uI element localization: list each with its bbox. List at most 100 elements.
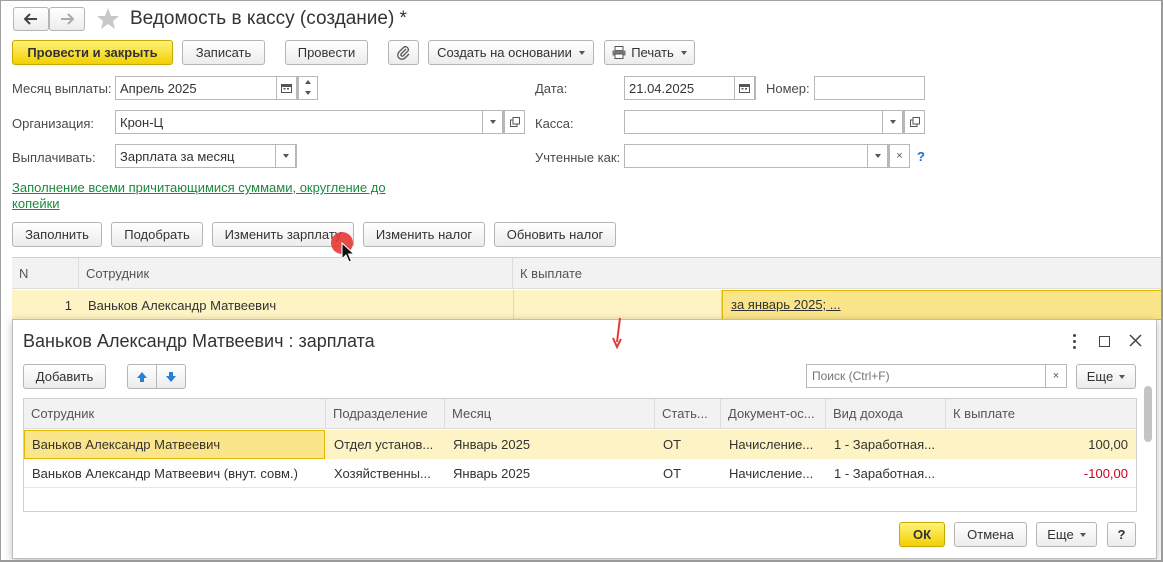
table-row[interactable]: 1 Ваньков Александр Матвеевич за январь … — [12, 290, 1162, 320]
col-header-article[interactable]: Стать... — [655, 399, 721, 428]
search-input[interactable] — [810, 366, 1040, 386]
month-label: Месяц выплаты: — [12, 81, 112, 96]
salary-dialog: Ваньков Александр Матвеевич : зарплата Д… — [12, 317, 1157, 559]
change-tax-button[interactable]: Изменить налог — [363, 222, 485, 247]
more-button[interactable]: Еще — [1076, 364, 1136, 389]
table-row[interactable]: Ваньков Александр Матвеевич Отдел устано… — [24, 430, 1136, 459]
month-field[interactable]: Апрель 2025 — [115, 76, 298, 100]
col-header-employee[interactable]: Сотрудник — [24, 399, 326, 428]
move-down-button[interactable] — [156, 364, 186, 389]
add-button[interactable]: Добавить — [23, 364, 106, 389]
dialog-table-header: Сотрудник Подразделение Месяц Стать... Д… — [24, 399, 1136, 429]
row-income: 1 - Заработная... — [834, 437, 935, 452]
counted-field[interactable] — [624, 144, 889, 168]
fill-mode-link[interactable]: Заполнение всеми причитающимися суммами,… — [12, 180, 404, 212]
cash-open-button[interactable] — [904, 110, 925, 134]
help-link[interactable]: ? — [917, 149, 925, 164]
pay-field[interactable]: Зарплата за месяц — [115, 144, 297, 168]
create-based-button[interactable]: Создать на основании — [428, 40, 594, 65]
more-button-bottom[interactable]: Еще — [1036, 522, 1097, 547]
org-open-button[interactable] — [504, 110, 525, 134]
month-stepper[interactable] — [298, 76, 318, 100]
search-field[interactable] — [806, 364, 1046, 388]
date-calendar-button[interactable] — [734, 76, 755, 100]
print-label: Печать — [631, 45, 674, 60]
row-detail-link[interactable]: за январь 2025; ... — [731, 297, 841, 312]
table-row[interactable]: Ваньков Александр Матвеевич (внут. совм.… — [24, 459, 1136, 488]
more-label: Еще — [1086, 369, 1114, 384]
dialog-table: Сотрудник Подразделение Месяц Стать... Д… — [23, 398, 1137, 512]
pay-dropdown-button[interactable] — [275, 144, 296, 168]
chevron-down-icon — [680, 50, 687, 55]
row-month: Январь 2025 — [453, 437, 531, 452]
stepper-down-icon[interactable] — [305, 91, 311, 95]
col-header-income[interactable]: Вид дохода — [826, 399, 946, 428]
row-income: 1 - Заработная... — [834, 466, 935, 481]
save-button[interactable]: Записать — [182, 40, 265, 65]
dialog-menu-button[interactable] — [1067, 332, 1081, 350]
date-value: 21.04.2025 — [629, 80, 695, 96]
dialog-scrollbar[interactable] — [1144, 386, 1152, 442]
chevron-down-icon — [889, 120, 896, 124]
create-based-label: Создать на основании — [437, 45, 572, 60]
col-header-employee[interactable]: Сотрудник — [79, 258, 513, 288]
arrow-right-icon — [61, 13, 74, 25]
number-label: Номер: — [766, 81, 810, 96]
col-header-doc[interactable]: Документ-ос... — [721, 399, 826, 428]
attach-button[interactable] — [388, 40, 419, 65]
ok-button[interactable]: ОК — [899, 522, 945, 547]
post-and-close-button[interactable]: Провести и закрыть — [12, 40, 173, 65]
arrow-left-icon — [24, 13, 37, 25]
chevron-down-icon — [489, 120, 496, 124]
pay-label: Выплачивать: — [12, 150, 96, 165]
dialog-title: Ваньков Александр Матвеевич : зарплата — [23, 331, 375, 351]
stepper-up-icon[interactable] — [305, 80, 311, 84]
print-button[interactable]: Печать — [604, 40, 695, 65]
chevron-down-icon — [1119, 374, 1126, 379]
col-header-n[interactable]: N — [12, 258, 79, 288]
main-table-header: N Сотрудник К выплате — [12, 258, 1162, 289]
cash-field[interactable] — [624, 110, 904, 134]
search-clear-button[interactable]: × — [1045, 364, 1067, 388]
arrow-up-icon — [137, 371, 147, 382]
printer-icon — [612, 46, 626, 59]
fill-button[interactable]: Заполнить — [12, 222, 102, 247]
cash-dropdown-button[interactable] — [882, 110, 903, 134]
counted-clear-button[interactable]: × — [889, 144, 910, 168]
org-label: Организация: — [12, 116, 95, 131]
update-tax-button[interactable]: Обновить налог — [494, 222, 616, 247]
calendar-button[interactable] — [276, 76, 297, 100]
mouse-cursor-icon — [341, 242, 355, 263]
calendar-icon — [281, 84, 292, 93]
org-dropdown-button[interactable] — [482, 110, 503, 134]
calendar-icon — [739, 84, 750, 93]
post-button[interactable]: Провести — [285, 40, 368, 65]
org-value: Крон-Ц — [120, 114, 164, 130]
col-header-amount[interactable]: К выплате — [513, 258, 1162, 288]
chevron-down-icon — [1079, 532, 1086, 537]
forward-button[interactable] — [49, 7, 85, 31]
pick-button[interactable]: Подобрать — [111, 222, 203, 247]
close-icon[interactable] — [1129, 334, 1142, 347]
open-window-icon — [909, 117, 920, 127]
col-header-dept[interactable]: Подразделение — [326, 399, 445, 428]
row-dept: Отдел установ... — [334, 437, 434, 452]
row-dept: Хозяйственны... — [334, 466, 431, 481]
help-button[interactable]: ? — [1107, 522, 1136, 547]
cancel-button[interactable]: Отмена — [954, 522, 1027, 547]
org-field[interactable]: Крон-Ц — [115, 110, 504, 134]
row-employee: Ваньков Александр Матвеевич — [88, 297, 277, 313]
move-up-button[interactable] — [127, 364, 157, 389]
date-field[interactable]: 21.04.2025 — [624, 76, 756, 100]
row-employee: Ваньков Александр Матвеевич (внут. совм.… — [32, 466, 298, 481]
arrow-down-icon — [612, 317, 622, 350]
col-header-month[interactable]: Месяц — [445, 399, 655, 428]
col-header-amount[interactable]: К выплате — [946, 399, 1136, 428]
dialog-maximize-button[interactable] — [1099, 336, 1110, 347]
star-icon[interactable] — [96, 7, 120, 30]
row-detail-cell[interactable]: за январь 2025; ... — [722, 290, 1162, 320]
number-field[interactable] — [814, 76, 925, 100]
back-button[interactable] — [13, 7, 49, 31]
counted-dropdown-button[interactable] — [867, 144, 888, 168]
row-doc: Начисление... — [729, 437, 814, 452]
